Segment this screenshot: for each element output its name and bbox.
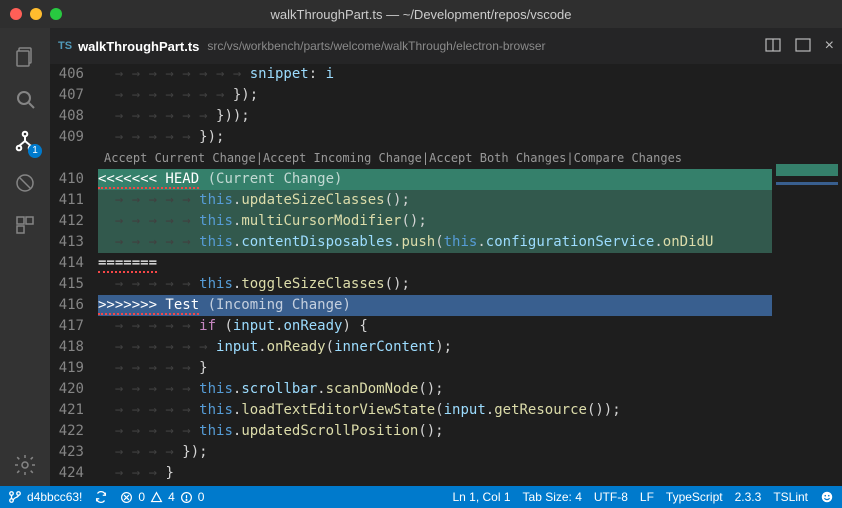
tab-size-status[interactable]: Tab Size: 4: [523, 490, 582, 504]
code-editor[interactable]: 406 407 408 409 410 411 412 413 414 415 …: [50, 64, 842, 486]
cursor-position-status[interactable]: Ln 1, Col 1: [452, 490, 510, 504]
git-branch-status[interactable]: d4bbcc63!: [8, 490, 82, 504]
merge-codelens: Accept Current Change | Accept Incoming …: [98, 148, 772, 169]
compare-changes[interactable]: Compare Changes: [574, 148, 682, 169]
tab-bar: TS walkThroughPart.ts src/vs/workbench/p…: [50, 28, 842, 64]
editor-tab[interactable]: TS walkThroughPart.ts: [58, 39, 199, 54]
problems-status[interactable]: 0 4 0: [120, 490, 204, 504]
explorer-icon[interactable]: [0, 36, 50, 78]
code-content[interactable]: → → → → → → → → snippet: i → → → → → → →…: [98, 64, 772, 486]
debug-icon[interactable]: [0, 162, 50, 204]
typescript-file-icon: TS: [58, 40, 72, 52]
activity-bar: 1: [0, 28, 50, 486]
breadcrumb[interactable]: src/vs/workbench/parts/welcome/walkThrou…: [207, 39, 545, 53]
scm-badge: 1: [28, 144, 42, 158]
extensions-icon[interactable]: [0, 204, 50, 246]
sync-status[interactable]: [94, 490, 108, 504]
editor-column: TS walkThroughPart.ts src/vs/workbench/p…: [50, 28, 842, 486]
encoding-status[interactable]: UTF-8: [594, 490, 628, 504]
accept-both-changes[interactable]: Accept Both Changes: [429, 148, 566, 169]
tslint-status[interactable]: TSLint: [773, 490, 808, 504]
window-title: walkThroughPart.ts — ~/Development/repos…: [0, 7, 842, 22]
title-bar: walkThroughPart.ts — ~/Development/repos…: [0, 0, 842, 28]
language-status[interactable]: TypeScript: [666, 490, 723, 504]
line-numbers: 406 407 408 409 410 411 412 413 414 415 …: [50, 64, 98, 486]
accept-current-change[interactable]: Accept Current Change: [104, 148, 256, 169]
settings-gear-icon[interactable]: [0, 444, 50, 486]
minimap[interactable]: [772, 64, 842, 486]
tab-filename: walkThroughPart.ts: [78, 39, 199, 54]
accept-incoming-change[interactable]: Accept Incoming Change: [263, 148, 422, 169]
more-actions-icon[interactable]: [795, 37, 811, 56]
split-editor-icon[interactable]: [765, 37, 781, 56]
feedback-icon[interactable]: [820, 490, 834, 504]
git-icon[interactable]: 1: [0, 120, 50, 162]
close-editor-icon[interactable]: ×: [825, 37, 834, 55]
typescript-version-status[interactable]: 2.3.3: [735, 490, 762, 504]
status-bar: d4bbcc63! 0 4 0 Ln 1, Col 1 Tab Size: 4 …: [0, 486, 842, 508]
search-icon[interactable]: [0, 78, 50, 120]
eol-status[interactable]: LF: [640, 490, 654, 504]
